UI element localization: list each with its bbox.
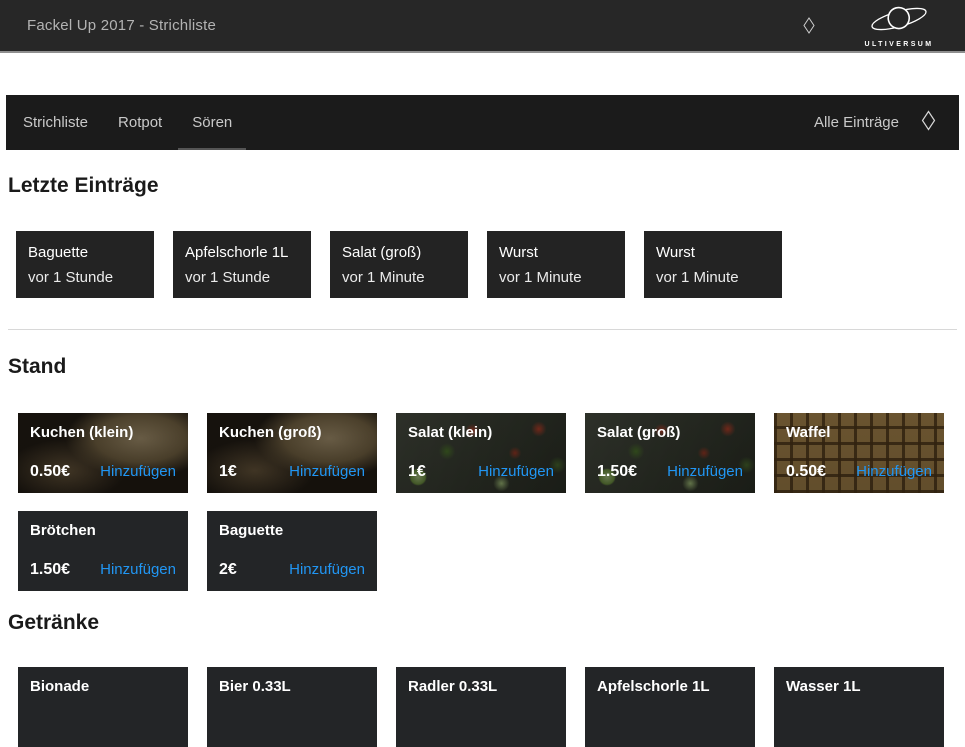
tabbar-right: Alle Einträge: [814, 95, 936, 150]
product-name: Radler 0.33L: [408, 678, 554, 695]
product-card-salat-klein[interactable]: Salat (klein) 1€ Hinzufügen: [396, 413, 566, 493]
product-name: Bier 0.33L: [219, 678, 365, 695]
hinzufuegen-button[interactable]: Hinzufügen: [289, 463, 365, 480]
product-price: 1€: [219, 463, 237, 481]
product-card-wasser[interactable]: Wasser 1L: [774, 667, 944, 747]
recent-entry-card: Salat (groß) vor 1 Minute: [330, 231, 468, 298]
product-price: 1€: [408, 463, 426, 481]
product-card-bier[interactable]: Bier 0.33L: [207, 667, 377, 747]
section-title-recent: Letzte Einträge: [8, 174, 957, 198]
product-price: 0.50€: [30, 463, 70, 481]
recent-entry-card: Baguette vor 1 Stunde: [16, 231, 154, 298]
stand-product-grid: Kuchen (klein) 0.50€ Hinzufügen Kuchen (…: [18, 413, 958, 591]
section-title-stand: Stand: [8, 355, 957, 379]
hinzufuegen-button[interactable]: Hinzufügen: [100, 463, 176, 480]
entry-name: Salat (groß): [342, 240, 456, 265]
product-card-radler[interactable]: Radler 0.33L: [396, 667, 566, 747]
recent-entry-card: Apfelschorle 1L vor 1 Stunde: [173, 231, 311, 298]
tab-rotpot[interactable]: Rotpot: [118, 95, 162, 150]
section-divider: [8, 329, 957, 330]
product-price: 2€: [219, 561, 237, 579]
product-card-broetchen[interactable]: Brötchen 1.50€ Hinzufügen: [18, 511, 188, 591]
recent-entry-card: Wurst vor 1 Minute: [487, 231, 625, 298]
hinzufuegen-button[interactable]: Hinzufügen: [100, 561, 176, 578]
main-content: Letzte Einträge Baguette vor 1 Stunde Ap…: [0, 174, 965, 747]
product-name: Salat (klein): [408, 424, 554, 441]
entry-time: vor 1 Stunde: [185, 265, 299, 290]
product-name: Kuchen (groß): [219, 424, 365, 441]
entry-name: Wurst: [499, 240, 613, 265]
product-name: Wasser 1L: [786, 678, 932, 695]
product-card-waffel[interactable]: Waffel 0.50€ Hinzufügen: [774, 413, 944, 493]
product-name: Brötchen: [30, 522, 176, 539]
navbar: Fackel Up 2017 - Strichliste ULTIVERSUM: [0, 0, 965, 53]
navbar-right: ULTIVERSUM: [803, 4, 943, 48]
ultiversum-logo: ULTIVERSUM: [855, 4, 943, 48]
recent-entry-card: Wurst vor 1 Minute: [644, 231, 782, 298]
product-card-bionade[interactable]: Bionade: [18, 667, 188, 747]
product-price: 1.50€: [30, 561, 70, 579]
product-card-kuchen-gross[interactable]: Kuchen (groß) 1€ Hinzufügen: [207, 413, 377, 493]
product-name: Baguette: [219, 522, 365, 539]
product-name: Bionade: [30, 678, 176, 695]
product-name: Kuchen (klein): [30, 424, 176, 441]
logo-text: ULTIVERSUM: [865, 41, 934, 48]
tabbar: Strichliste Rotpot Sören Alle Einträge: [6, 95, 959, 150]
entry-time: vor 1 Minute: [499, 265, 613, 290]
product-price: 0.50€: [786, 463, 826, 481]
hinzufuegen-button[interactable]: Hinzufügen: [667, 463, 743, 480]
hinzufuegen-button[interactable]: Hinzufügen: [478, 463, 554, 480]
section-title-getraenke: Getränke: [8, 611, 957, 635]
diamond-icon[interactable]: [803, 17, 815, 34]
product-name: Apfelschorle 1L: [597, 678, 743, 695]
product-price: 1.50€: [597, 463, 637, 481]
recent-entries-list: Baguette vor 1 Stunde Apfelschorle 1L vo…: [16, 231, 957, 298]
entry-time: vor 1 Stunde: [28, 265, 142, 290]
entry-name: Baguette: [28, 240, 142, 265]
entry-time: vor 1 Minute: [342, 265, 456, 290]
product-name: Salat (groß): [597, 424, 743, 441]
product-card-baguette[interactable]: Baguette 2€ Hinzufügen: [207, 511, 377, 591]
entry-name: Wurst: [656, 240, 770, 265]
tab-soeren[interactable]: Sören: [192, 95, 232, 150]
product-name: Waffel: [786, 424, 932, 441]
planet-icon: [868, 4, 930, 39]
diamond-icon[interactable]: [921, 110, 936, 136]
drinks-product-grid: Bionade Bier 0.33L Radler 0.33L Apfelsch…: [18, 667, 958, 747]
product-card-apfelschorle[interactable]: Apfelschorle 1L: [585, 667, 755, 747]
all-entries-link[interactable]: Alle Einträge: [814, 114, 899, 131]
product-card-kuchen-klein[interactable]: Kuchen (klein) 0.50€ Hinzufügen: [18, 413, 188, 493]
tab-strichliste[interactable]: Strichliste: [23, 95, 88, 150]
entry-time: vor 1 Minute: [656, 265, 770, 290]
app-title: Fackel Up 2017 - Strichliste: [27, 17, 216, 34]
product-card-salat-gross[interactable]: Salat (groß) 1.50€ Hinzufügen: [585, 413, 755, 493]
entry-name: Apfelschorle 1L: [185, 240, 299, 265]
hinzufuegen-button[interactable]: Hinzufügen: [289, 561, 365, 578]
hinzufuegen-button[interactable]: Hinzufügen: [856, 463, 932, 480]
